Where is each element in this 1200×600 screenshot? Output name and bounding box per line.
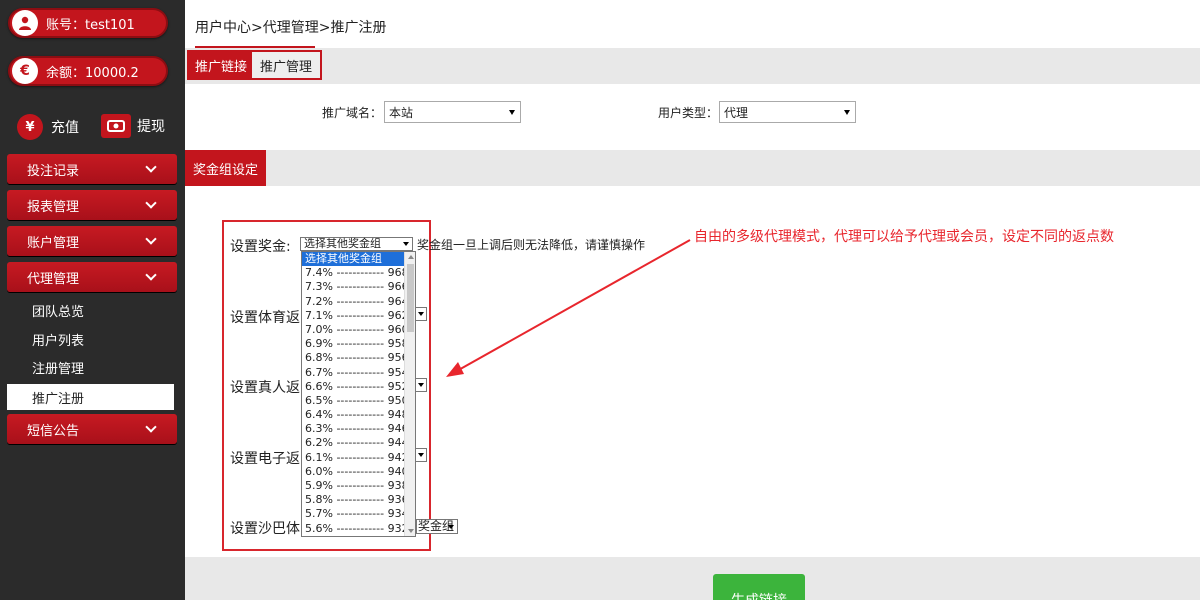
dropdown-option[interactable]: 6.7% ------------ 954: [302, 366, 405, 380]
menu-reports[interactable]: 报表管理: [7, 190, 177, 220]
menu-label: 投注记录: [27, 163, 80, 179]
bottom-bar: [185, 557, 1200, 600]
breadcrumb: 用户中心>代理管理>推广注册: [195, 20, 387, 36]
scroll-thumb[interactable]: [407, 264, 414, 332]
user-type-select[interactable]: 代理: [719, 101, 856, 123]
dropdown-option[interactable]: 6.0% ------------ 940: [302, 465, 405, 479]
sidebar: 账号：test101 € 余额：10000.2 ¥ 充值 提现 投注记录 报表管…: [0, 0, 185, 600]
scroll-up-icon[interactable]: [408, 255, 414, 259]
sidebar-item-registration[interactable]: 注册管理: [7, 354, 174, 380]
saba-rebate-label: 设置沙巴体: [230, 521, 300, 537]
sidebar-item-label: 团队总览: [32, 304, 85, 320]
section-title: 奖金组设定: [185, 150, 267, 186]
dropdown-option[interactable]: 6.5% ------------ 950: [302, 394, 405, 408]
dropdown-option[interactable]: 7.1% ------------ 962: [302, 309, 405, 323]
chevron-down-icon: [403, 242, 409, 246]
section-bar: [185, 150, 1200, 186]
scroll-down-icon[interactable]: [408, 529, 414, 533]
withdraw-button[interactable]: 提现: [101, 114, 165, 138]
user-type-value: 代理: [724, 105, 749, 120]
account-pill: 账号：test101: [8, 8, 168, 38]
chevron-down-icon: [509, 110, 515, 115]
chevron-down-icon: [145, 197, 157, 209]
egame-rebate-label: 设置电子返: [230, 451, 300, 467]
dropdown-option[interactable]: 7.0% ------------ 960: [302, 323, 405, 337]
sidebar-item-label: 注册管理: [32, 361, 85, 377]
prize-label: 设置奖金:: [230, 239, 291, 255]
account-label: 账号：test101: [46, 17, 135, 33]
menu-label: 报表管理: [27, 199, 80, 215]
dropdown-list: 选择其他奖金组 7.4% ------------ 968 7.3% -----…: [302, 252, 405, 536]
dropdown-option[interactable]: 6.2% ------------ 944: [302, 436, 405, 450]
prize-warning-note: 奖金组一旦上调后则无法降低，请谨慎操作: [417, 238, 646, 252]
prize-select-value: 选择其他奖金组: [304, 237, 381, 250]
prize-group-select[interactable]: 选择其他奖金组: [300, 237, 413, 251]
dropdown-option[interactable]: 5.9% ------------ 938: [302, 479, 405, 493]
menu-label: 代理管理: [27, 271, 80, 287]
dropdown-option[interactable]: 5.8% ------------ 936: [302, 493, 405, 507]
sidebar-item-label: 推广注册: [32, 391, 85, 407]
dropdown-option[interactable]: 7.4% ------------ 968: [302, 266, 405, 280]
dropdown-option[interactable]: 5.6% ------------ 932: [302, 522, 405, 536]
menu-label: 账户管理: [27, 235, 80, 251]
dropdown-option[interactable]: 6.6% ------------ 952: [302, 380, 405, 394]
egame-rebate-select[interactable]: [415, 448, 427, 462]
prize-group-dropdown[interactable]: 选择其他奖金组 7.4% ------------ 968 7.3% -----…: [301, 251, 416, 537]
balance-pill: € 余额：10000.2: [8, 56, 168, 86]
user-icon: [12, 10, 38, 36]
tab-bar: [185, 48, 1200, 84]
tab-promo-manage[interactable]: 推广管理: [250, 50, 323, 80]
menu-bet-records[interactable]: 投注记录: [7, 154, 177, 184]
dropdown-option[interactable]: 6.8% ------------ 956: [302, 351, 405, 365]
chevron-down-icon: [145, 269, 157, 281]
dropdown-option[interactable]: 7.2% ------------ 964: [302, 295, 405, 309]
sidebar-item-promo-register[interactable]: 推广注册: [7, 384, 174, 410]
domain-select[interactable]: 本站: [384, 101, 521, 123]
sports-rebate-label: 设置体育返: [230, 310, 300, 326]
deposit-label: 充值: [51, 120, 79, 136]
sports-rebate-select[interactable]: [415, 307, 427, 321]
live-rebate-select[interactable]: [415, 378, 427, 392]
live-rebate-label: 设置真人返: [230, 380, 300, 396]
dropdown-option[interactable]: 6.9% ------------ 958: [302, 337, 405, 351]
chevron-down-icon: [448, 525, 454, 529]
dropdown-option[interactable]: 5.7% ------------ 934: [302, 507, 405, 521]
user-type-label: 用户类型：: [658, 106, 719, 120]
generate-link-button[interactable]: 生成链接: [713, 574, 805, 600]
sidebar-item-team-overview[interactable]: 团队总览: [7, 297, 174, 323]
saba-rebate-select[interactable]: 奖金组: [416, 519, 458, 534]
dropdown-scrollbar[interactable]: [404, 252, 415, 536]
yen-icon: ¥: [17, 114, 43, 140]
menu-sms-notice[interactable]: 短信公告: [7, 414, 177, 444]
dropdown-option[interactable]: 6.3% ------------ 946: [302, 422, 405, 436]
chevron-down-icon: [844, 110, 850, 115]
domain-label: 推广域名：: [322, 106, 383, 120]
wallet-icon: [101, 114, 131, 138]
dropdown-option[interactable]: 6.1% ------------ 942: [302, 451, 405, 465]
dropdown-option[interactable]: 6.4% ------------ 948: [302, 408, 405, 422]
dropdown-option[interactable]: 选择其他奖金组: [302, 252, 405, 267]
annotation-text: 自由的多级代理模式，代理可以给予代理或会员，设定不同的返点数: [694, 229, 1114, 245]
withdraw-label: 提现: [137, 119, 165, 135]
chevron-down-icon: [145, 161, 157, 173]
tab-promo-link[interactable]: 推广链接: [187, 50, 256, 80]
domain-value: 本站: [389, 105, 414, 120]
chevron-down-icon: [145, 233, 157, 245]
menu-agent[interactable]: 代理管理: [7, 262, 177, 292]
balance-label: 余额：10000.2: [46, 65, 139, 81]
chevron-down-icon: [145, 421, 157, 433]
sidebar-item-user-list[interactable]: 用户列表: [7, 326, 174, 352]
dropdown-option[interactable]: 7.3% ------------ 966: [302, 280, 405, 294]
sidebar-item-label: 用户列表: [32, 333, 85, 349]
euro-icon: €: [12, 58, 38, 84]
menu-label: 短信公告: [27, 423, 80, 439]
menu-account[interactable]: 账户管理: [7, 226, 177, 256]
deposit-button[interactable]: ¥ 充值: [17, 114, 79, 140]
